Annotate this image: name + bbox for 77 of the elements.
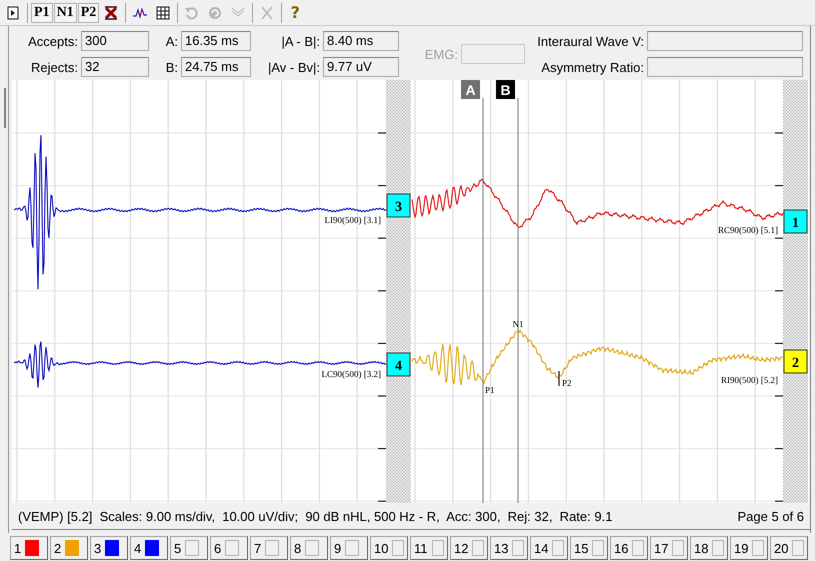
channel-button[interactable]: 2	[50, 536, 88, 560]
empty-swatch	[392, 540, 404, 556]
input-field[interactable]: 24.75 ms	[181, 57, 251, 77]
field-label: A:	[164, 34, 178, 48]
channel-button[interactable]: 8	[290, 536, 328, 560]
peak-button[interactable]: P1	[31, 2, 53, 22]
channel-button[interactable]: 1	[10, 536, 48, 560]
channel-button[interactable]: 12	[450, 536, 488, 560]
page-icon[interactable]	[5, 4, 21, 20]
channel-badge[interactable]: 3	[386, 194, 410, 218]
channel-badge[interactable]: 1	[784, 210, 808, 234]
empty-swatch	[712, 540, 724, 556]
peak-button[interactable]: P2	[78, 2, 100, 22]
empty-swatch	[512, 540, 524, 556]
empty-swatch	[592, 540, 604, 556]
scroll-thumb[interactable]	[4, 88, 6, 128]
empty-swatch	[792, 540, 804, 556]
empty-swatch	[552, 540, 564, 556]
field-label: EMG:	[424, 46, 458, 62]
empty-swatch	[432, 540, 444, 556]
field-label: |Av - Bv|:	[266, 60, 320, 74]
status-text: (VEMP) [5.2] Scales: 9.00 ms/div, 10.00 uV/div; 90 dB nHL, 500 Hz - R, Acc: 300, Rej: 32, Rate: 9.1	[18, 508, 612, 524]
field-label: B:	[164, 60, 178, 74]
channel-badge[interactable]: 2	[784, 350, 808, 374]
cursor-marker[interactable]: B	[496, 80, 515, 99]
channel-button[interactable]: 10	[370, 536, 408, 560]
help-button[interactable]: ?	[285, 2, 306, 22]
channel-button[interactable]: 11	[410, 536, 448, 560]
input-field[interactable]: 16.35 ms	[181, 31, 251, 51]
channel-button[interactable]: 17	[650, 536, 688, 560]
trace-label: RI90(500) [5.2]	[721, 375, 778, 385]
input-field[interactable]	[647, 31, 803, 51]
trace-label: RC90(500) [5.1]	[718, 225, 778, 235]
channel-button[interactable]: 6	[210, 536, 248, 560]
page-indicator: Page 5 of 6	[738, 508, 804, 524]
channel-button[interactable]: 16	[610, 536, 648, 560]
field-label: Rejects:	[30, 60, 78, 74]
field-label: Accepts:	[27, 34, 78, 48]
channel-button[interactable]: 7	[250, 536, 288, 560]
trace-label: LC90(500) [3.2]	[322, 369, 381, 379]
cursor-marker[interactable]: A	[461, 80, 480, 99]
field-label: |A - B|:	[280, 34, 320, 48]
channel-button[interactable]: 9	[330, 536, 368, 560]
input-field[interactable]: 9.77 uV	[323, 57, 399, 77]
empty-swatch	[752, 540, 764, 556]
empty-swatch	[672, 540, 684, 556]
channel-button[interactable]: 4	[130, 536, 168, 560]
input-field[interactable]	[647, 57, 803, 77]
empty-swatch	[225, 540, 240, 556]
peak-button[interactable]: N1	[54, 2, 77, 22]
empty-swatch	[305, 540, 320, 556]
empty-swatch	[345, 540, 360, 556]
channel-button[interactable]: 5	[170, 536, 208, 560]
empty-swatch	[632, 540, 644, 556]
field-label: Interaural Wave V:	[536, 34, 644, 48]
empty-swatch	[265, 540, 280, 556]
channel-button[interactable]: 15	[570, 536, 608, 560]
channel-button[interactable]: 19	[730, 536, 768, 560]
marked-cross-icon[interactable]	[103, 4, 120, 20]
empty-swatch	[185, 540, 200, 556]
field-label: Asymmetry Ratio:	[540, 60, 644, 74]
channel-button[interactable]: 3	[90, 536, 128, 560]
channel-button[interactable]: 13	[490, 536, 528, 560]
channel-button[interactable]: 20	[770, 536, 808, 560]
empty-swatch	[472, 540, 484, 556]
channel-badge[interactable]: 4	[386, 352, 410, 376]
grid-icon[interactable]	[155, 4, 172, 20]
input-field[interactable]: 8.40 ms	[323, 31, 399, 51]
input-field[interactable]: 300	[81, 31, 149, 51]
peak-label: P1	[485, 385, 495, 395]
input-field[interactable]: 32	[81, 57, 149, 77]
channel-button[interactable]: 18	[690, 536, 728, 560]
peak-tick	[558, 370, 560, 386]
trace-label: LI90(500) [3.1]	[324, 215, 381, 225]
channel-button[interactable]: 14	[530, 536, 568, 560]
peak-label: P2	[562, 378, 572, 388]
peak-label: N1	[512, 319, 524, 329]
